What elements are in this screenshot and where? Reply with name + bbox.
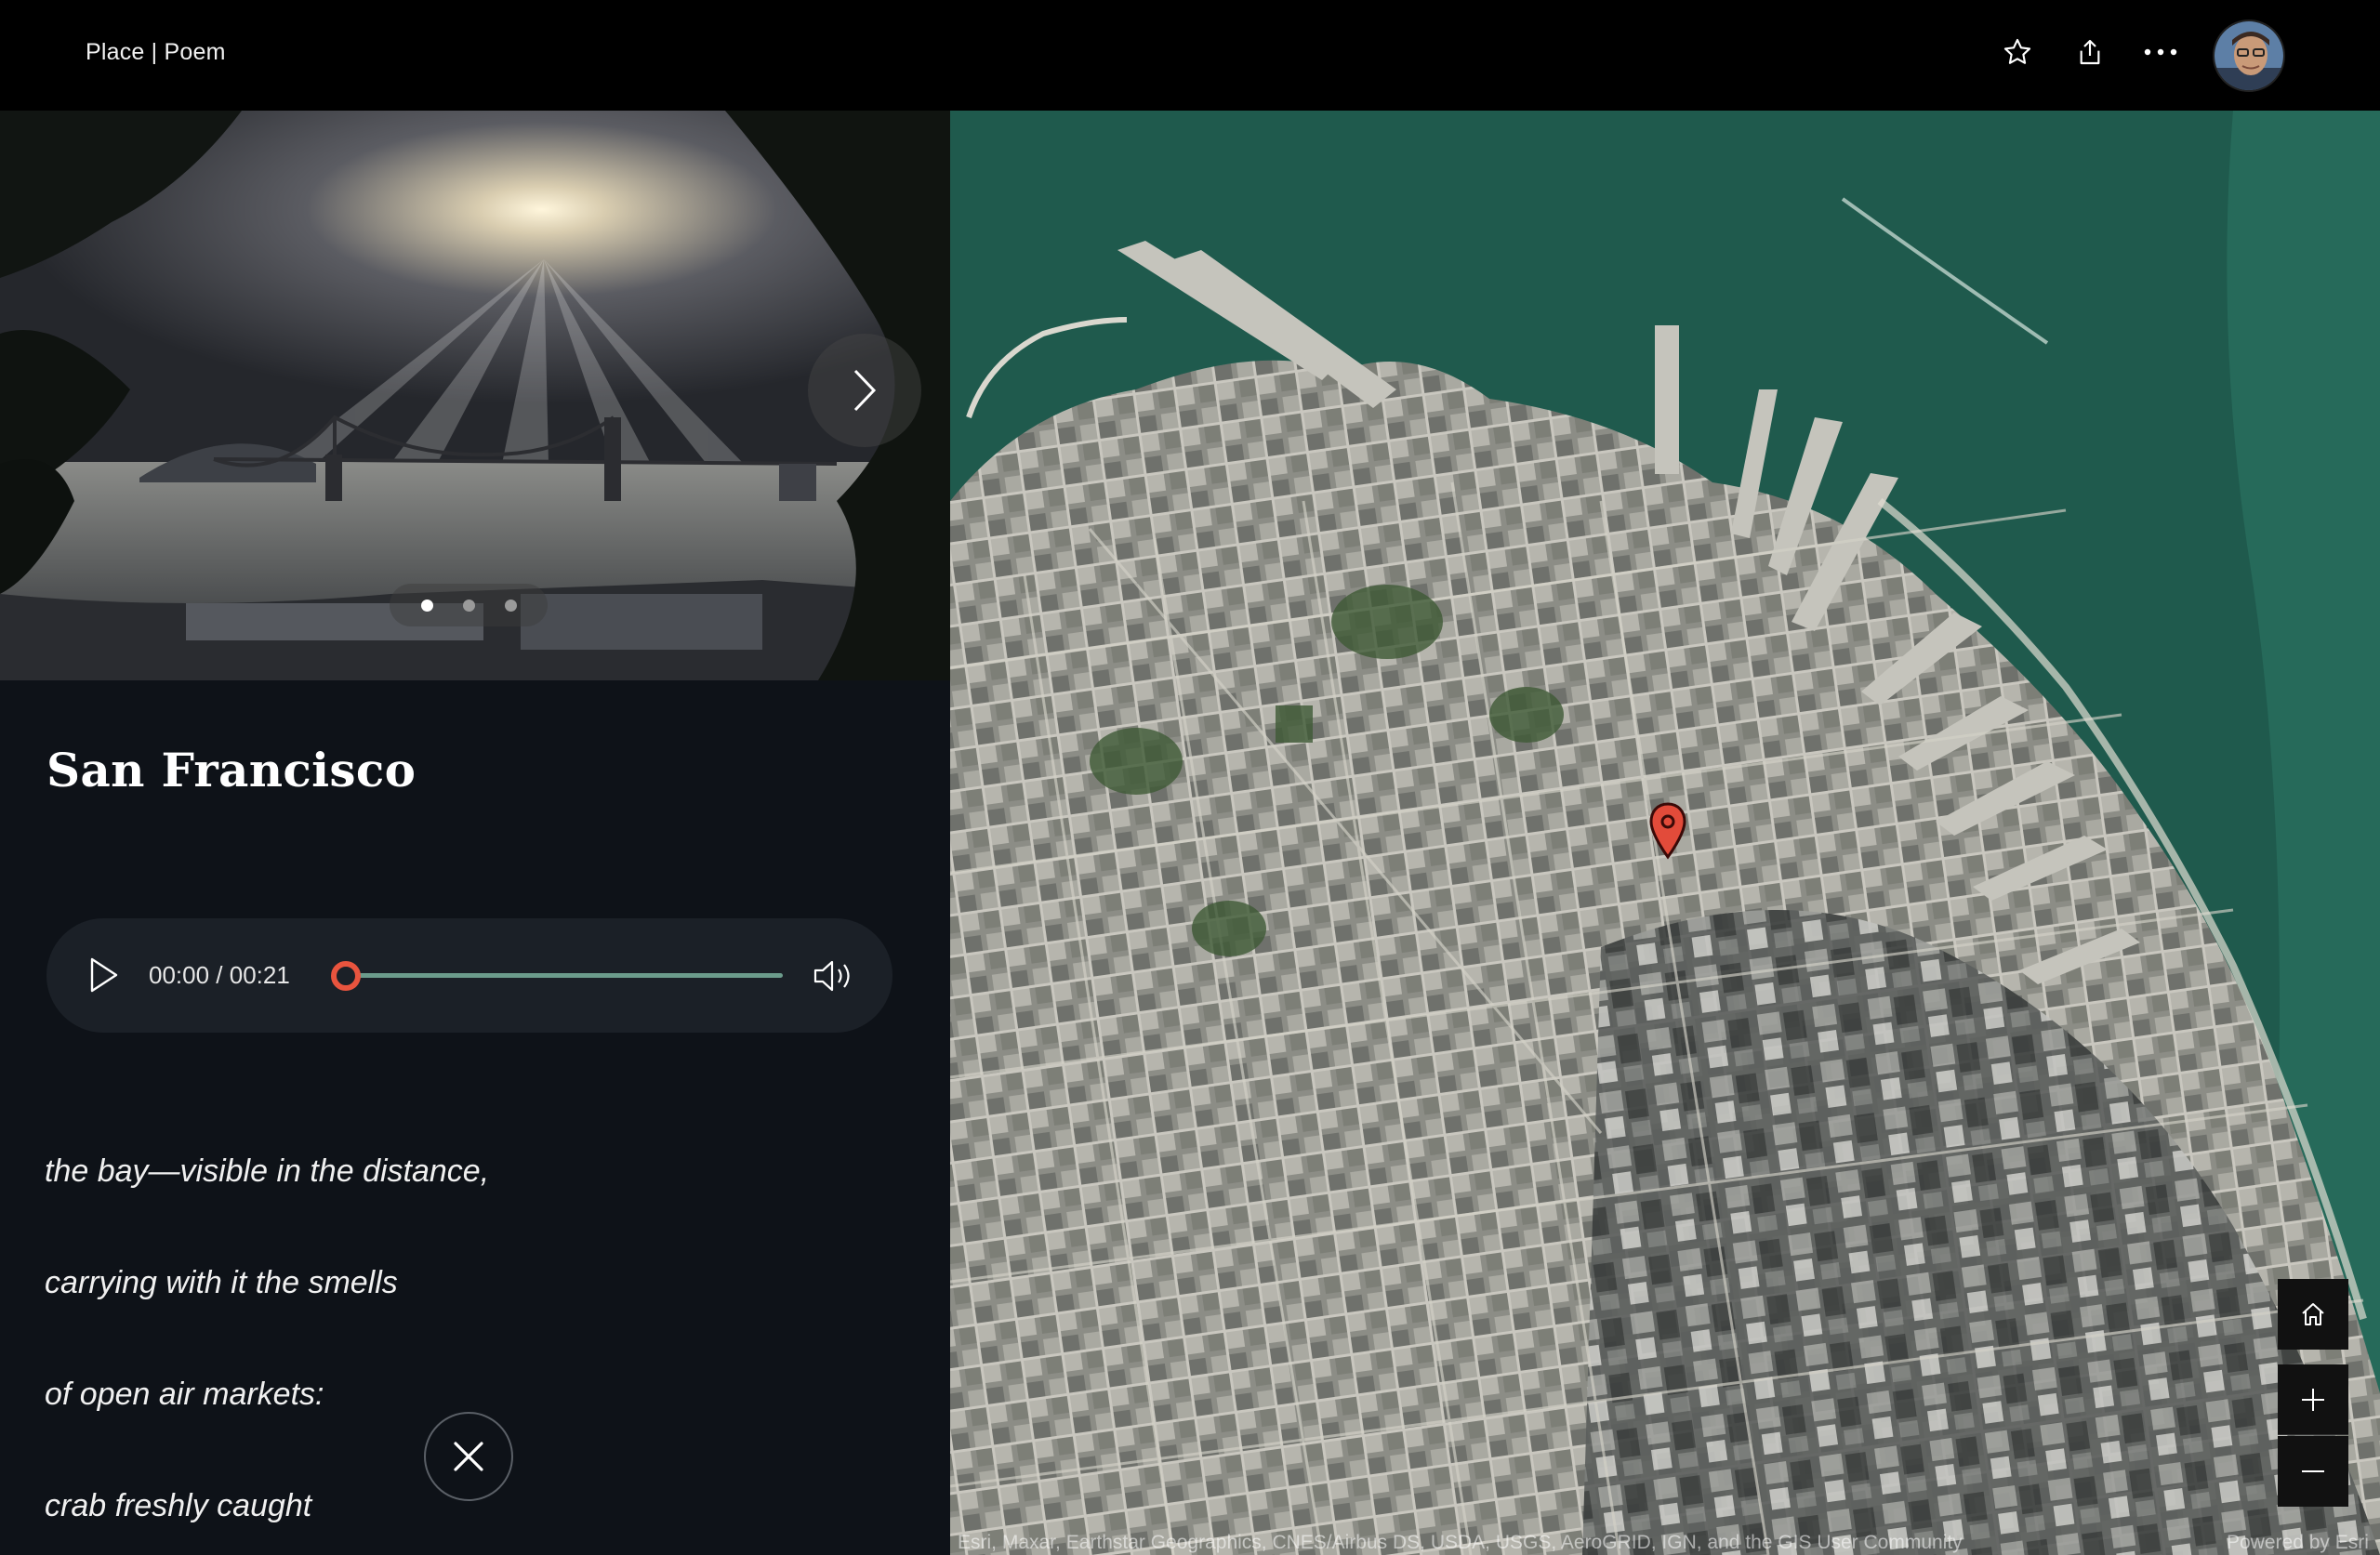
play-icon (89, 957, 119, 993)
place-title: San Francisco (46, 743, 416, 797)
minus-icon (2299, 1457, 2327, 1485)
more-options-button[interactable] (2140, 32, 2181, 72)
home-icon (2299, 1300, 2327, 1328)
app-title: Place | Poem (86, 39, 226, 66)
carousel-pager (390, 584, 548, 626)
volume-button[interactable] (811, 953, 857, 999)
poem-line: crab freshly caught (45, 1488, 311, 1524)
poem-line: the bay—visible in the distance, (45, 1153, 489, 1190)
audio-progress-track[interactable] (340, 973, 783, 978)
story-panel: San Francisco the bay—visible in the dis… (0, 111, 950, 1555)
volume-icon (813, 957, 855, 995)
share-button[interactable] (2069, 32, 2110, 72)
plus-icon (2299, 1386, 2327, 1414)
carousel-dot-1[interactable] (421, 600, 433, 612)
map-powered-by[interactable]: Powered by Esri (2227, 1532, 2369, 1554)
user-avatar-icon (2215, 21, 2285, 92)
chevron-right-icon (851, 367, 879, 414)
share-icon (2075, 36, 2105, 68)
map-attribution: Esri, Maxar, Earthstar Geographics, CNES… (958, 1532, 1963, 1554)
poem-line: carrying with it the smells (45, 1265, 398, 1301)
map-zoom-in-button[interactable] (2278, 1364, 2348, 1435)
app-header: Place | Poem (0, 0, 2380, 111)
audio-player-bar: 00:00 / 00:21 (46, 918, 892, 1033)
carousel-next-button[interactable] (808, 334, 921, 447)
close-button[interactable] (424, 1412, 513, 1501)
play-button[interactable] (84, 955, 125, 995)
star-icon (2002, 36, 2033, 68)
poem-line: of open air markets: (45, 1377, 324, 1413)
audio-time: 00:00 / 00:21 (149, 961, 290, 990)
carousel-dot-3[interactable] (505, 600, 517, 612)
map-pin-icon[interactable] (1648, 801, 1687, 866)
more-horizontal-icon (2142, 46, 2179, 58)
audio-progress-thumb[interactable] (331, 961, 361, 991)
favorite-button[interactable] (1997, 32, 2038, 72)
place-photo (0, 111, 950, 680)
map-zoom-out-button[interactable] (2278, 1436, 2348, 1507)
avatar[interactable] (2213, 20, 2285, 92)
carousel-dot-2[interactable] (463, 600, 475, 612)
map-home-button[interactable] (2278, 1279, 2348, 1350)
close-icon (452, 1440, 485, 1473)
